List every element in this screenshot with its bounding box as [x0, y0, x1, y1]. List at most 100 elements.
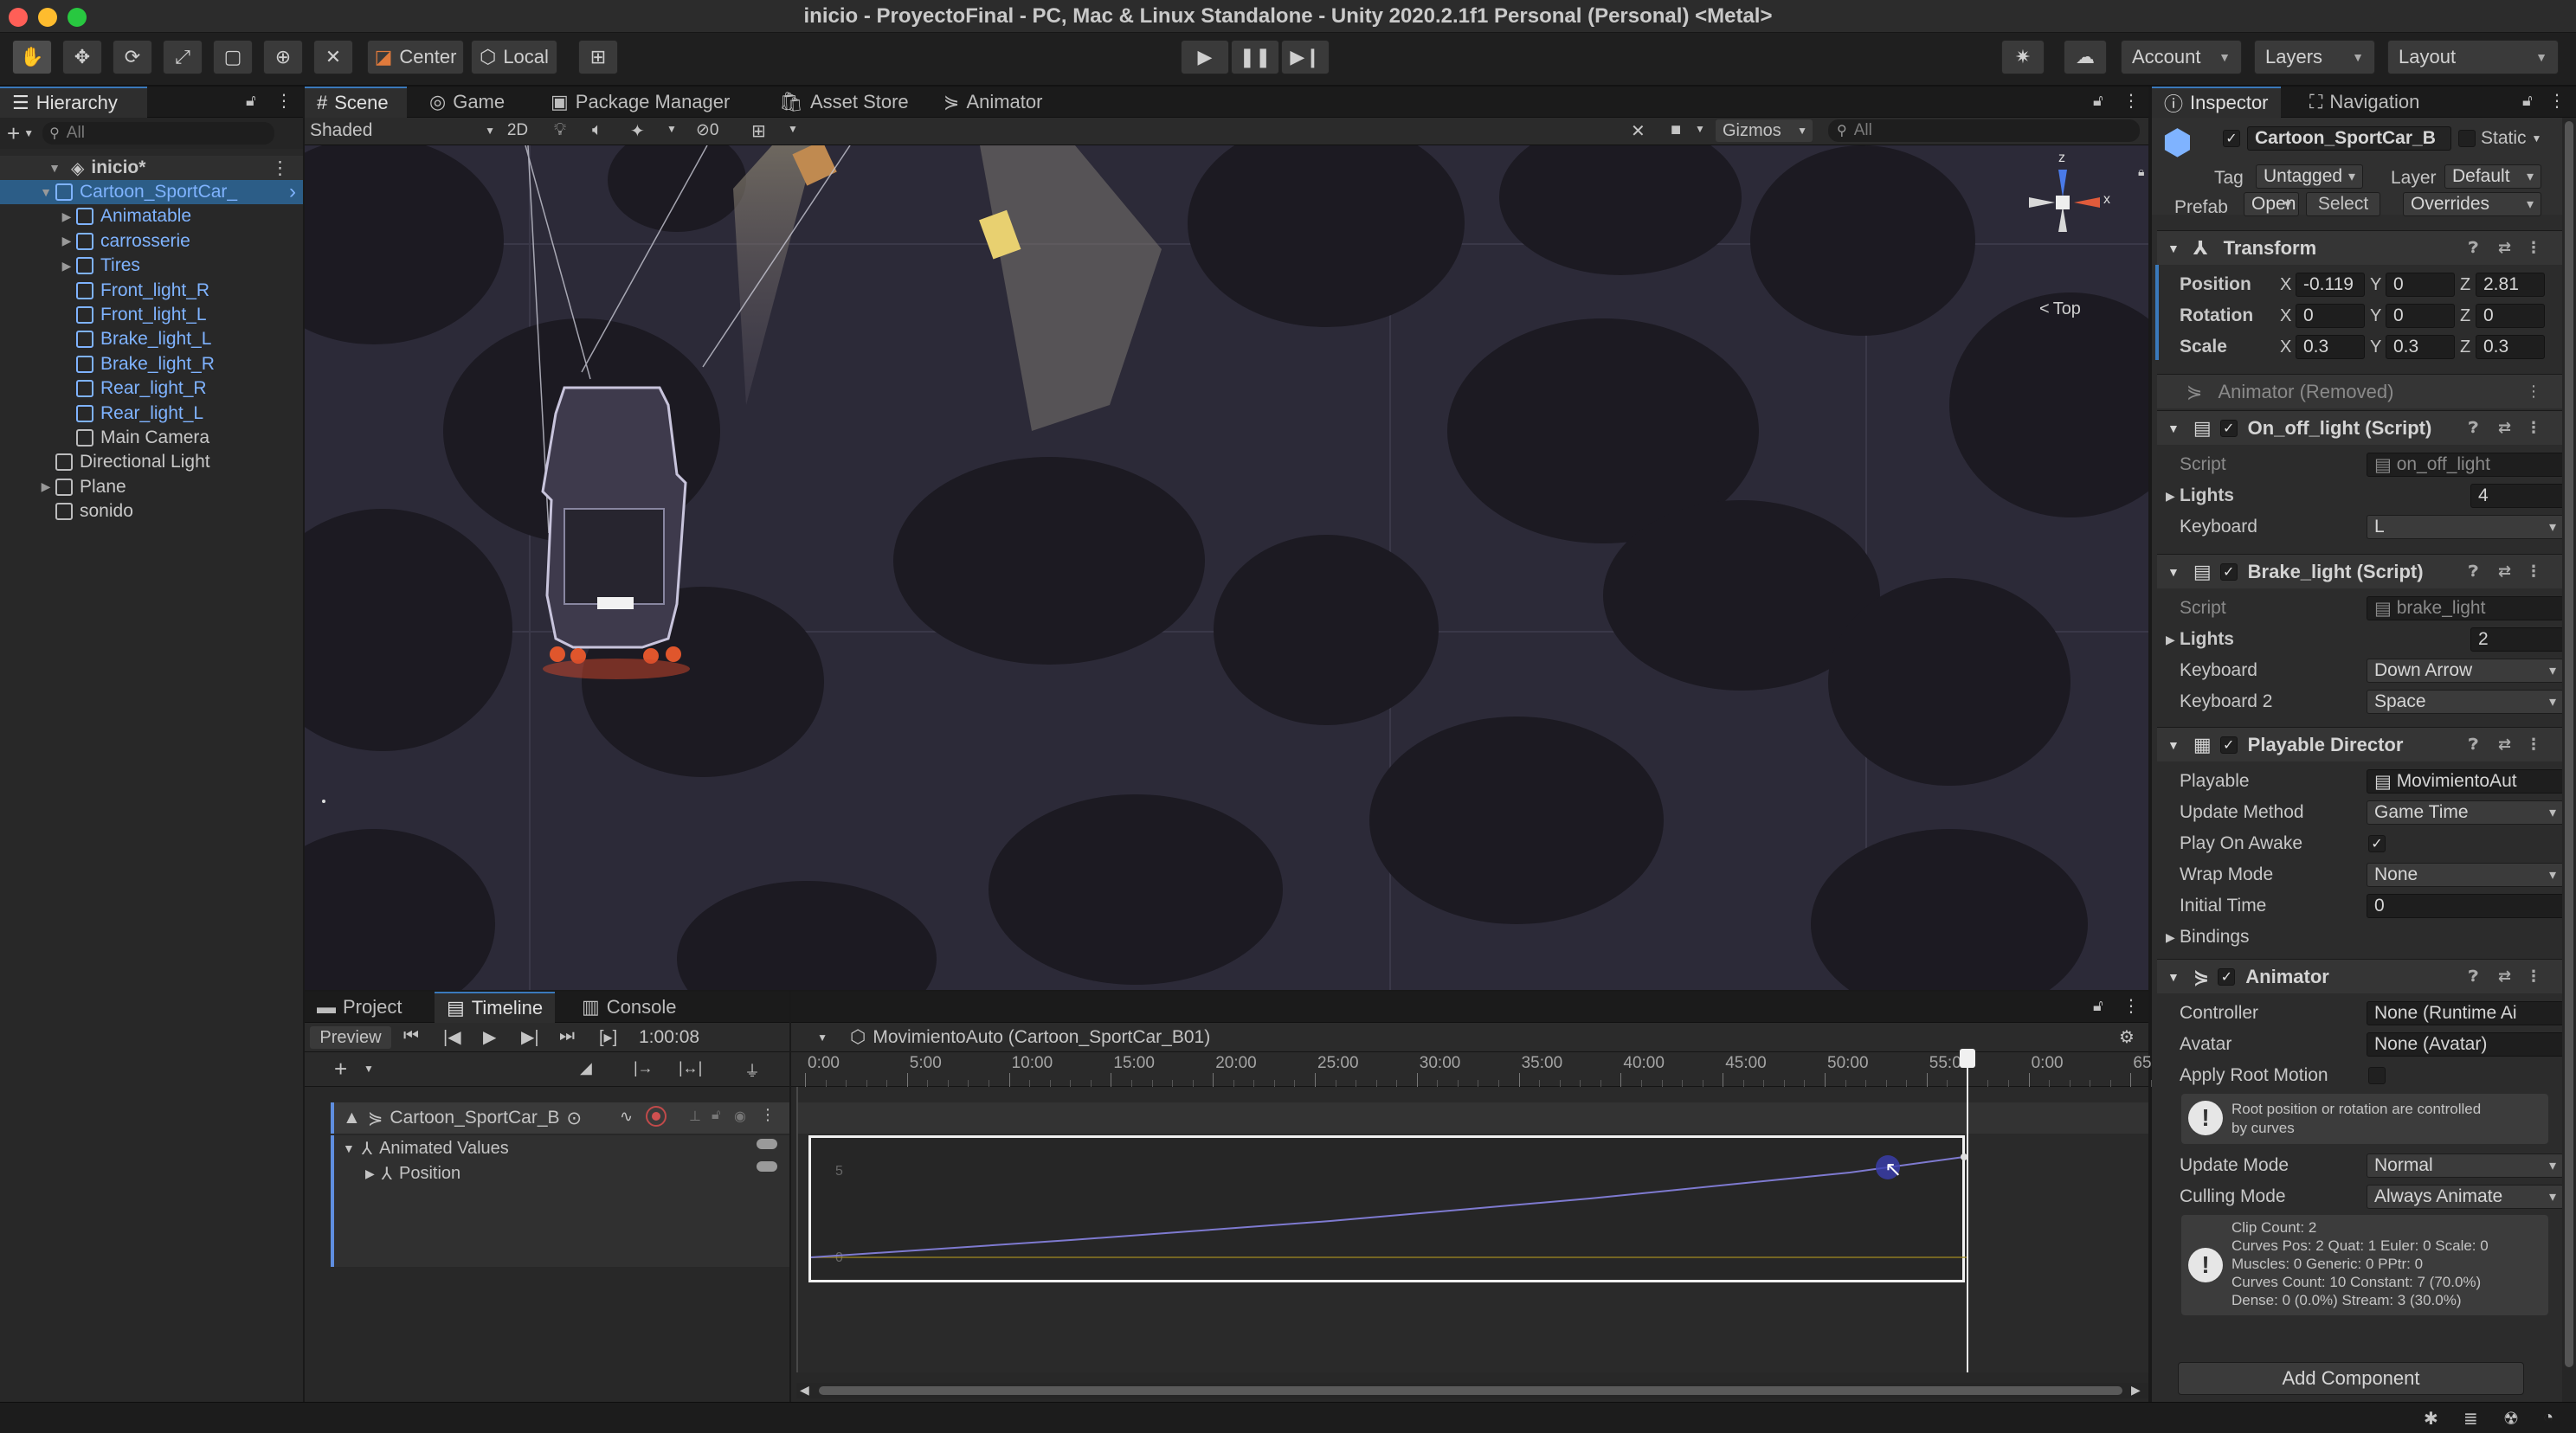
help-icon[interactable]: ❓︎ — [2469, 239, 2478, 257]
update-mode-dropdown[interactable]: Normal — [2367, 1153, 2564, 1178]
expand-arrow-icon[interactable]: ▼ — [45, 161, 64, 175]
hierarchy-item[interactable]: Rear_light_L — [0, 402, 303, 426]
expand-arrow-icon[interactable]: ▼ — [2167, 241, 2180, 255]
more-options-icon[interactable]: ⋮ — [2526, 239, 2541, 257]
debug-icon[interactable]: ✱ — [2424, 1408, 2438, 1430]
animation-curve-clip[interactable]: 5 0 ↖ — [808, 1135, 1967, 1282]
help-icon[interactable]: ❓︎ — [2469, 562, 2478, 581]
preset-icon[interactable]: ⇄ — [2498, 967, 2511, 986]
mix-mode-icon[interactable]: |↔| — [679, 1059, 702, 1077]
tab-console[interactable]: ▥ Console — [570, 992, 689, 1023]
tab-timeline[interactable]: ▤ Timeline — [435, 992, 556, 1023]
hierarchy-item[interactable]: ▶ Plane — [0, 475, 303, 499]
shading-mode-dropdown[interactable]: Shaded ▼ — [310, 119, 495, 142]
transform-scale-y-field[interactable]: 0.3 — [2386, 335, 2455, 359]
ripple-mode-icon[interactable]: |→ — [634, 1059, 654, 1077]
more-options-icon[interactable]: ⋮ — [2122, 90, 2140, 112]
on-off-light-header[interactable]: ▼ ▤ ✓ On_off_light (Script) ❓︎ ⇄ ⋮ — [2157, 410, 2567, 445]
chevron-down-icon[interactable]: ▼ — [667, 123, 677, 135]
axis-x-label[interactable]: X — [2280, 275, 2291, 295]
more-options-icon[interactable]: ⋮ — [2526, 967, 2541, 986]
lights-count-field[interactable]: 2 — [2470, 627, 2564, 652]
expand-arrow-icon[interactable]: ▶ — [2166, 489, 2175, 504]
enabled-checkbox[interactable]: ✓ — [2219, 736, 2238, 754]
preview-toggle[interactable]: Preview — [310, 1026, 391, 1049]
enabled-checkbox[interactable]: ✓ — [2219, 419, 2238, 437]
help-icon[interactable]: ❓︎ — [2469, 419, 2478, 437]
play-on-awake-checkbox[interactable]: ✓ — [2368, 835, 2386, 852]
script-field[interactable]: ▤ on_off_light — [2367, 453, 2564, 477]
brake-light-header[interactable]: ▼ ▤ ✓ Brake_light (Script) ❓︎ ⇄ ⋮ — [2157, 554, 2567, 588]
collab-icon[interactable]: ✷ — [2001, 40, 2045, 74]
expand-arrow-icon[interactable]: ▶ — [57, 234, 76, 248]
lighting-toggle-icon[interactable]: 💡︎ — [554, 120, 566, 140]
script-field[interactable]: ▤ brake_light — [2367, 596, 2564, 620]
hierarchy-item[interactable]: ▶ Animatable — [0, 204, 303, 228]
transform-position-z-field[interactable]: 2.81 — [2476, 273, 2545, 297]
rotate-tool-icon[interactable]: ⟳ — [113, 40, 152, 74]
tab-inspector[interactable]: ⓘ Inspector — [2152, 87, 2281, 118]
curves-icon[interactable]: ∿ — [620, 1108, 633, 1126]
2d-toggle[interactable]: 2D — [500, 119, 535, 142]
orientation-gizmo[interactable]: z x 🔒︎ < Top — [2017, 151, 2147, 318]
wrap-mode-dropdown[interactable]: None — [2367, 863, 2564, 887]
expand-arrow-icon[interactable]: ▼ — [2167, 421, 2180, 435]
animated-values-row[interactable]: ▼ ⅄ Animated Values — [334, 1135, 789, 1161]
transform-component-header[interactable]: ▼ ⅄ Transform ❓︎ ⇄ ⋮ — [2157, 230, 2567, 265]
tab-animator[interactable]: ⋟ Animator — [931, 87, 1054, 118]
custom-tool-icon[interactable]: ✕ — [313, 40, 353, 74]
transform-rotation-x-field[interactable]: 0 — [2296, 304, 2365, 328]
playable-director-header[interactable]: ▼ ▦ ✓ Playable Director ❓︎ ⇄ ⋮ — [2157, 727, 2567, 761]
scale-tool-icon[interactable]: ⤢ — [163, 40, 203, 74]
tab-project[interactable]: ▬ Project — [305, 992, 414, 1023]
axis-z-label[interactable]: Z — [2460, 337, 2470, 357]
toggle-visibility-icon[interactable] — [757, 1161, 777, 1172]
transform-position-x-field[interactable]: -0.119 — [2296, 273, 2365, 297]
tab-asset-store[interactable]: 🛍︎ Asset Store — [767, 87, 921, 118]
hierarchy-item[interactable]: Brake_light_R — [0, 352, 303, 376]
pause-icon[interactable]: ❚❚ — [1231, 40, 1279, 74]
add-track-button[interactable]: + — [334, 1056, 347, 1083]
animator-header[interactable]: ▼ ⋟ ✓ Animator ❓︎ ⇄ ⋮ — [2157, 959, 2567, 993]
hidden-objects-toggle[interactable]: ⊘ 0 — [696, 120, 719, 140]
hierarchy-item[interactable]: ▼ Cartoon_SportCar_ › — [0, 180, 303, 204]
axis-z-label[interactable]: Z — [2460, 306, 2470, 326]
scene-search-input[interactable]: ⚲ All — [1828, 119, 2140, 142]
expand-arrow-icon[interactable]: ▶ — [2166, 633, 2175, 647]
scene-root-row[interactable]: ▼ ◈ inicio* ⋮ — [0, 156, 303, 180]
help-icon[interactable]: ❓︎ — [2469, 967, 2478, 986]
camera-icon[interactable]: ■ — [1671, 120, 1681, 140]
expand-arrow-icon[interactable]: ▶ — [365, 1166, 375, 1181]
tab-game[interactable]: ◎ Game — [417, 87, 517, 118]
record-button[interactable] — [646, 1106, 667, 1127]
active-checkbox[interactable]: ✓ — [2223, 130, 2240, 147]
apply-root-motion-checkbox[interactable] — [2368, 1067, 2386, 1084]
chevron-down-icon[interactable]: ▼ — [364, 1063, 374, 1075]
lights-count-field[interactable]: 4 — [2470, 484, 2564, 508]
hierarchy-item[interactable]: Front_light_R — [0, 279, 303, 303]
preset-icon[interactable]: ⇄ — [2498, 736, 2511, 754]
axis-x-label[interactable]: X — [2280, 306, 2291, 326]
transform-rotation-y-field[interactable]: 0 — [2386, 304, 2455, 328]
initial-time-field[interactable]: 0 — [2367, 894, 2564, 918]
toggle-visibility-icon[interactable] — [757, 1139, 777, 1149]
axis-z-label[interactable]: Z — [2460, 275, 2470, 295]
playable-field[interactable]: ▤ MovimientoAut — [2367, 769, 2564, 794]
more-options-icon[interactable]: ⋮ — [2122, 995, 2140, 1017]
avatar-field[interactable]: None (Avatar) — [2367, 1032, 2564, 1057]
expand-arrow-icon[interactable]: ▼ — [343, 1141, 355, 1155]
keyboard2-dropdown[interactable]: Space — [2367, 690, 2564, 714]
chevron-right-icon[interactable]: › — [289, 180, 296, 204]
scene-viewport[interactable]: z x 🔒︎ < Top — [305, 145, 2148, 990]
play-range-icon[interactable]: [▸] — [599, 1026, 617, 1048]
enabled-checkbox[interactable]: ✓ — [2218, 967, 2236, 986]
playhead-handle[interactable] — [1960, 1049, 1975, 1068]
hierarchy-item[interactable]: Front_light_L — [0, 303, 303, 327]
more-options-icon[interactable]: ⋮ — [2526, 419, 2541, 437]
layers-dropdown[interactable]: Layers ▼ — [2254, 40, 2375, 74]
expand-arrow-icon[interactable]: ▶ — [57, 259, 76, 273]
help-icon[interactable]: ❓︎ — [2469, 736, 2478, 754]
axis-x-label[interactable]: X — [2280, 337, 2291, 357]
audio-toggle-icon[interactable]: 🔈︎ — [592, 120, 602, 140]
timeline-track-area[interactable]: 5 0 ↖ — [796, 1049, 2148, 1372]
